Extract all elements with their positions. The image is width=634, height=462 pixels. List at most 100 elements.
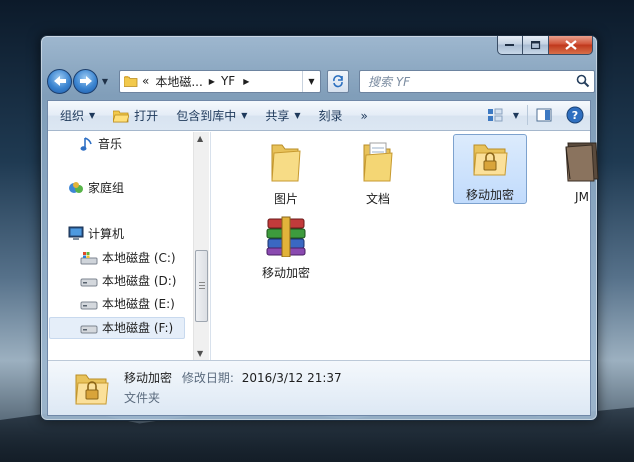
details-title-row: 移动加密 修改日期: 2016/3/12 21:37 xyxy=(124,369,342,386)
homegroup-icon xyxy=(68,180,84,196)
svg-text:?: ? xyxy=(572,109,578,122)
folder-documents-icon xyxy=(360,139,396,186)
address-bar[interactable]: « 本地磁... ▶ YF ▶ ▼ xyxy=(119,69,321,93)
locked-folder-icon xyxy=(471,139,509,182)
nav-item-drive-e[interactable]: 本地磁盘 (E:) xyxy=(80,295,175,312)
close-button[interactable] xyxy=(549,36,593,55)
caption-buttons xyxy=(497,36,593,55)
details-modified-value: 2016/3/12 21:37 xyxy=(241,371,342,385)
back-button[interactable] xyxy=(47,68,72,94)
scroll-up-icon[interactable]: ▲ xyxy=(197,134,203,143)
minimize-icon xyxy=(505,44,514,46)
search-input[interactable]: 搜索 YF xyxy=(359,69,595,93)
refresh-button[interactable] xyxy=(327,69,349,93)
share-label: 共享 xyxy=(265,109,290,123)
view-dropdown-icon[interactable]: ▼ xyxy=(513,111,519,120)
nav-item-computer[interactable]: 计算机 xyxy=(68,225,124,242)
share-button[interactable]: 共享 ▼ xyxy=(265,107,300,124)
open-label: 打开 xyxy=(134,109,159,123)
drive-icon xyxy=(80,297,98,311)
breadcrumb-overflow[interactable]: « xyxy=(142,74,149,88)
nav-item-drive-f[interactable]: 本地磁盘 (F:) xyxy=(80,319,173,336)
navigation-pane: 音乐 家庭组 计算机 本地磁盘 (C:) 本地磁盘 (D:) 本地磁盘 (E:)… xyxy=(48,132,211,360)
nav-item-drive-c[interactable]: 本地磁盘 (C:) xyxy=(80,249,176,266)
forward-button[interactable] xyxy=(73,68,98,94)
breadcrumb-label: YF xyxy=(220,74,236,88)
organize-button[interactable]: 组织 ▼ xyxy=(60,107,95,124)
file-name: JM xyxy=(575,190,589,204)
drive-icon xyxy=(80,321,98,335)
burn-button[interactable]: 刻录 xyxy=(319,107,343,124)
back-arrow-icon xyxy=(53,76,66,86)
include-in-library-label: 包含到库中 xyxy=(176,109,237,123)
open-button[interactable]: 打开 xyxy=(113,107,158,124)
scrollbar-thumb[interactable] xyxy=(195,250,208,322)
file-name: 移动加密 xyxy=(465,188,514,202)
view-options-icon[interactable] xyxy=(487,107,503,123)
nav-scrollbar[interactable]: ▲ ▼ xyxy=(193,132,209,360)
view-controls: ▼ ? xyxy=(487,105,584,125)
chevron-down-icon: ▼ xyxy=(294,111,301,120)
recent-pages-dropdown[interactable]: ▼ xyxy=(99,69,111,94)
music-note-icon xyxy=(80,136,94,152)
breadcrumb-yf[interactable]: YF ▶ xyxy=(221,74,255,88)
details-file-type: 文件夹 xyxy=(124,391,161,405)
maximize-button[interactable] xyxy=(523,36,549,55)
more-commands-label: » xyxy=(360,108,368,123)
file-item-pictures[interactable]: 图片 xyxy=(249,134,323,206)
nav-item-label: 音乐 xyxy=(98,137,123,151)
close-icon xyxy=(564,40,577,50)
organize-label: 组织 xyxy=(60,109,85,123)
details-modified-label: 修改日期: xyxy=(181,371,234,385)
breadcrumb-separator-icon: ▶ xyxy=(243,76,250,86)
breadcrumb-local-disk[interactable]: 本地磁... ▶ xyxy=(155,73,221,90)
file-list: 图片 文档 移动加密 JM 移动加密 xyxy=(212,132,599,360)
system-drive-icon xyxy=(80,251,98,265)
file-name: 移动加密 xyxy=(261,266,310,280)
scroll-down-icon[interactable]: ▼ xyxy=(197,349,203,358)
file-item-documents[interactable]: 文档 xyxy=(341,134,415,206)
explorer-window: ▼ « 本地磁... ▶ YF ▶ ▼ 搜索 YF 组织 ▼ 打开 包含到库中 … xyxy=(40,35,599,421)
dark-folder-icon xyxy=(562,139,602,186)
nav-item-label: 家庭组 xyxy=(88,181,125,195)
command-bar: 组织 ▼ 打开 包含到库中 ▼ 共享 ▼ 刻录 » ▼ ? xyxy=(48,101,590,131)
winrar-archive-icon xyxy=(264,213,308,260)
maximize-icon xyxy=(530,40,540,49)
include-in-library-button[interactable]: 包含到库中 ▼ xyxy=(176,107,247,124)
preview-pane-icon[interactable] xyxy=(536,107,552,123)
folder-icon xyxy=(268,139,304,186)
forward-arrow-icon xyxy=(79,76,92,86)
open-folder-icon xyxy=(113,109,130,123)
explorer-frame: 组织 ▼ 打开 包含到库中 ▼ 共享 ▼ 刻录 » ▼ ? 音乐 家庭组 计算机… xyxy=(47,100,599,416)
file-item-jm[interactable]: JM xyxy=(545,134,619,204)
nav-item-label: 本地磁盘 (E:) xyxy=(102,297,175,311)
address-dropdown[interactable]: ▼ xyxy=(302,70,320,92)
nav-item-label: 计算机 xyxy=(88,227,125,241)
drive-icon xyxy=(80,274,98,288)
chevron-down-icon: ▼ xyxy=(89,111,96,120)
navigation-bar: ▼ « 本地磁... ▶ YF ▶ ▼ 搜索 YF xyxy=(47,68,595,94)
details-file-name: 移动加密 xyxy=(124,371,173,385)
folder-icon xyxy=(124,75,138,87)
more-commands-button[interactable]: » xyxy=(361,109,368,123)
computer-icon xyxy=(68,226,84,241)
file-name: 图片 xyxy=(273,192,298,206)
toolbar-divider xyxy=(527,105,528,125)
nav-item-music[interactable]: 音乐 xyxy=(80,135,122,152)
nav-item-label: 本地磁盘 (F:) xyxy=(102,321,174,335)
file-item-encrypted-folder[interactable]: 移动加密 xyxy=(453,134,527,204)
file-item-archive[interactable]: 移动加密 xyxy=(249,208,323,280)
nav-item-label: 本地磁盘 (C:) xyxy=(102,251,176,265)
locked-folder-icon xyxy=(74,371,110,410)
file-name: 文档 xyxy=(365,192,390,206)
breadcrumb-label: 本地磁... xyxy=(155,74,203,89)
nav-item-homegroup[interactable]: 家庭组 xyxy=(68,179,124,196)
minimize-button[interactable] xyxy=(497,36,523,55)
burn-label: 刻录 xyxy=(318,109,343,123)
search-icon[interactable] xyxy=(576,74,590,91)
nav-item-label: 本地磁盘 (D:) xyxy=(102,274,177,288)
chevron-down-icon: ▼ xyxy=(241,111,248,120)
refresh-icon xyxy=(333,75,343,88)
help-icon[interactable]: ? xyxy=(566,106,584,124)
nav-item-drive-d[interactable]: 本地磁盘 (D:) xyxy=(80,272,176,289)
